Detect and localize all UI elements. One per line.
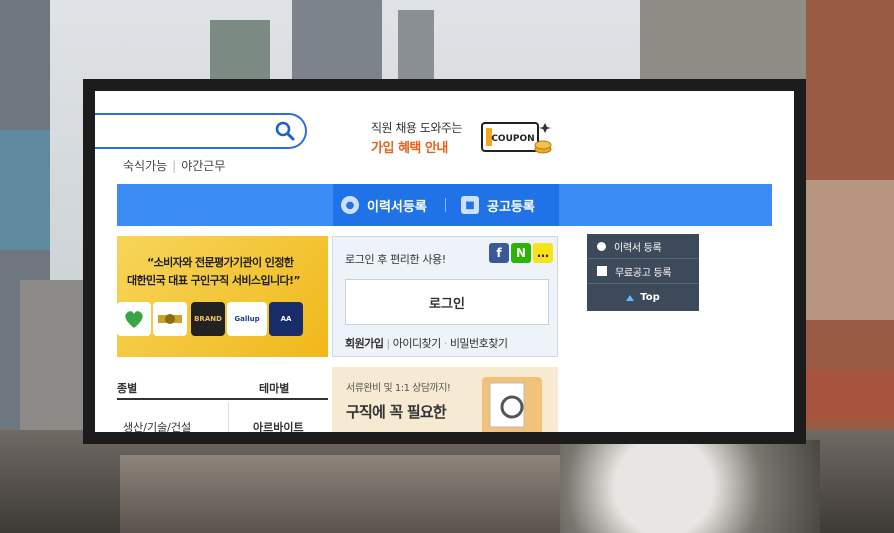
page-right-edge xyxy=(782,91,794,432)
award-badge-aa: AA xyxy=(269,302,303,336)
tab-by-type[interactable]: 종별 xyxy=(117,380,137,396)
web-page: 숙식가능 | 야간근무 직원 채용 도와주는 가입 혜택 안내 COUPON ● 이… xyxy=(95,91,794,432)
nav-action-group: ● 이력서등록 ■ 공고등록 xyxy=(333,184,559,226)
divider xyxy=(445,198,446,212)
banner-line1: “소비자와 전문평가기관이 인정한 xyxy=(147,256,294,269)
login-button[interactable]: 로그인 xyxy=(345,279,549,325)
scroll-top-button[interactable]: Top xyxy=(587,284,699,311)
divider: | xyxy=(172,159,177,173)
quick-link-lodging[interactable]: 숙식가능 xyxy=(123,157,167,174)
promo-line1: 직원 채용 도와주는 xyxy=(371,121,462,135)
login-prompt: 로그인 후 편리한 사용! xyxy=(345,253,446,266)
quick-menu-free-post[interactable]: 무료공고 등록 xyxy=(587,259,699,283)
search-input[interactable] xyxy=(95,113,307,149)
consulting-banner-line1: 서류완비 및 1:1 상담까지! xyxy=(346,383,451,394)
divider: | xyxy=(386,337,390,350)
id-card-icon: ■ xyxy=(461,196,479,214)
award-badge-gallup: Gallup xyxy=(227,302,267,336)
find-password-link[interactable]: 비밀번호찾기 xyxy=(450,337,508,350)
screenshot-frame: 숙식가능 | 야간근무 직원 채용 도와주는 가입 혜택 안내 COUPON ● 이… xyxy=(83,79,806,444)
post-register-button[interactable]: ■ 공고등록 xyxy=(461,184,535,226)
login-links: 회원가입 | 아이디찾기 · 비밀번호찾기 xyxy=(345,335,508,351)
quick-menu: 이력서 등록 무료공고 등록 Top xyxy=(587,234,699,311)
user-icon: ● xyxy=(341,196,359,214)
add-user-icon xyxy=(597,241,606,251)
search-icon[interactable] xyxy=(275,121,295,141)
resume-register-button[interactable]: ● 이력서등록 xyxy=(341,184,427,226)
resume-register-label: 이력서등록 xyxy=(367,199,427,215)
post-register-label: 공고등록 xyxy=(487,199,535,215)
award-banner[interactable]: “소비자와 전문평가기관이 인정한 대한민국 대표 구인구직 서비스입니다!” … xyxy=(117,236,328,357)
kakao-login-icon[interactable]: … xyxy=(533,243,553,263)
category-item-production[interactable]: 생산/기술/건설 xyxy=(123,419,191,432)
arrow-up-icon xyxy=(626,294,635,301)
divider: · xyxy=(443,337,448,350)
main-nav-bar: ● 이력서등록 ■ 공고등록 xyxy=(117,184,772,226)
quick-menu-resume-label: 이력서 등록 xyxy=(614,242,662,254)
quick-menu-resume[interactable]: 이력서 등록 xyxy=(587,234,699,258)
category-item-parttime[interactable]: 아르바이트 xyxy=(253,419,304,432)
find-id-link[interactable]: 아이디찾기 xyxy=(393,337,442,350)
magnifier-illustration-icon xyxy=(482,377,542,432)
coupon-icon: COUPON xyxy=(481,122,552,154)
facebook-login-icon[interactable]: f xyxy=(489,243,509,263)
join-link[interactable]: 회원가입 xyxy=(345,337,384,350)
quick-filter-links: 숙식가능 | 야간근무 xyxy=(123,157,225,174)
award-badge-1 xyxy=(117,302,151,336)
naver-login-icon[interactable]: N xyxy=(511,243,531,263)
login-box: 로그인 후 편리한 사용! f N … 로그인 회원가입 | 아이디찾기 · 비밀번호찾… xyxy=(332,236,558,357)
divider xyxy=(228,403,229,432)
banner-line2: 대한민국 대표 구인구직 서비스입니다!” xyxy=(127,274,301,287)
tab-by-theme[interactable]: 테마별 xyxy=(259,380,289,396)
scroll-top-label: Top xyxy=(640,292,660,303)
consulting-banner[interactable]: 서류완비 및 1:1 상담까지! 구직에 꼭 필요한 xyxy=(332,367,558,432)
coupon-label: COUPON xyxy=(491,134,534,144)
promo-banner[interactable]: 직원 채용 도와주는 가입 혜택 안내 COUPON xyxy=(371,115,561,165)
award-badge-2 xyxy=(153,302,187,336)
promo-line2: 가입 혜택 안내 xyxy=(371,141,448,156)
quick-menu-free-post-label: 무료공고 등록 xyxy=(615,267,672,279)
document-icon xyxy=(597,266,607,276)
consulting-banner-line2: 구직에 꼭 필요한 xyxy=(346,403,447,421)
category-header: 종별 테마별 xyxy=(117,376,328,400)
award-badge-brand: BRAND xyxy=(191,302,225,336)
quick-link-night-shift[interactable]: 야간근무 xyxy=(181,157,225,174)
